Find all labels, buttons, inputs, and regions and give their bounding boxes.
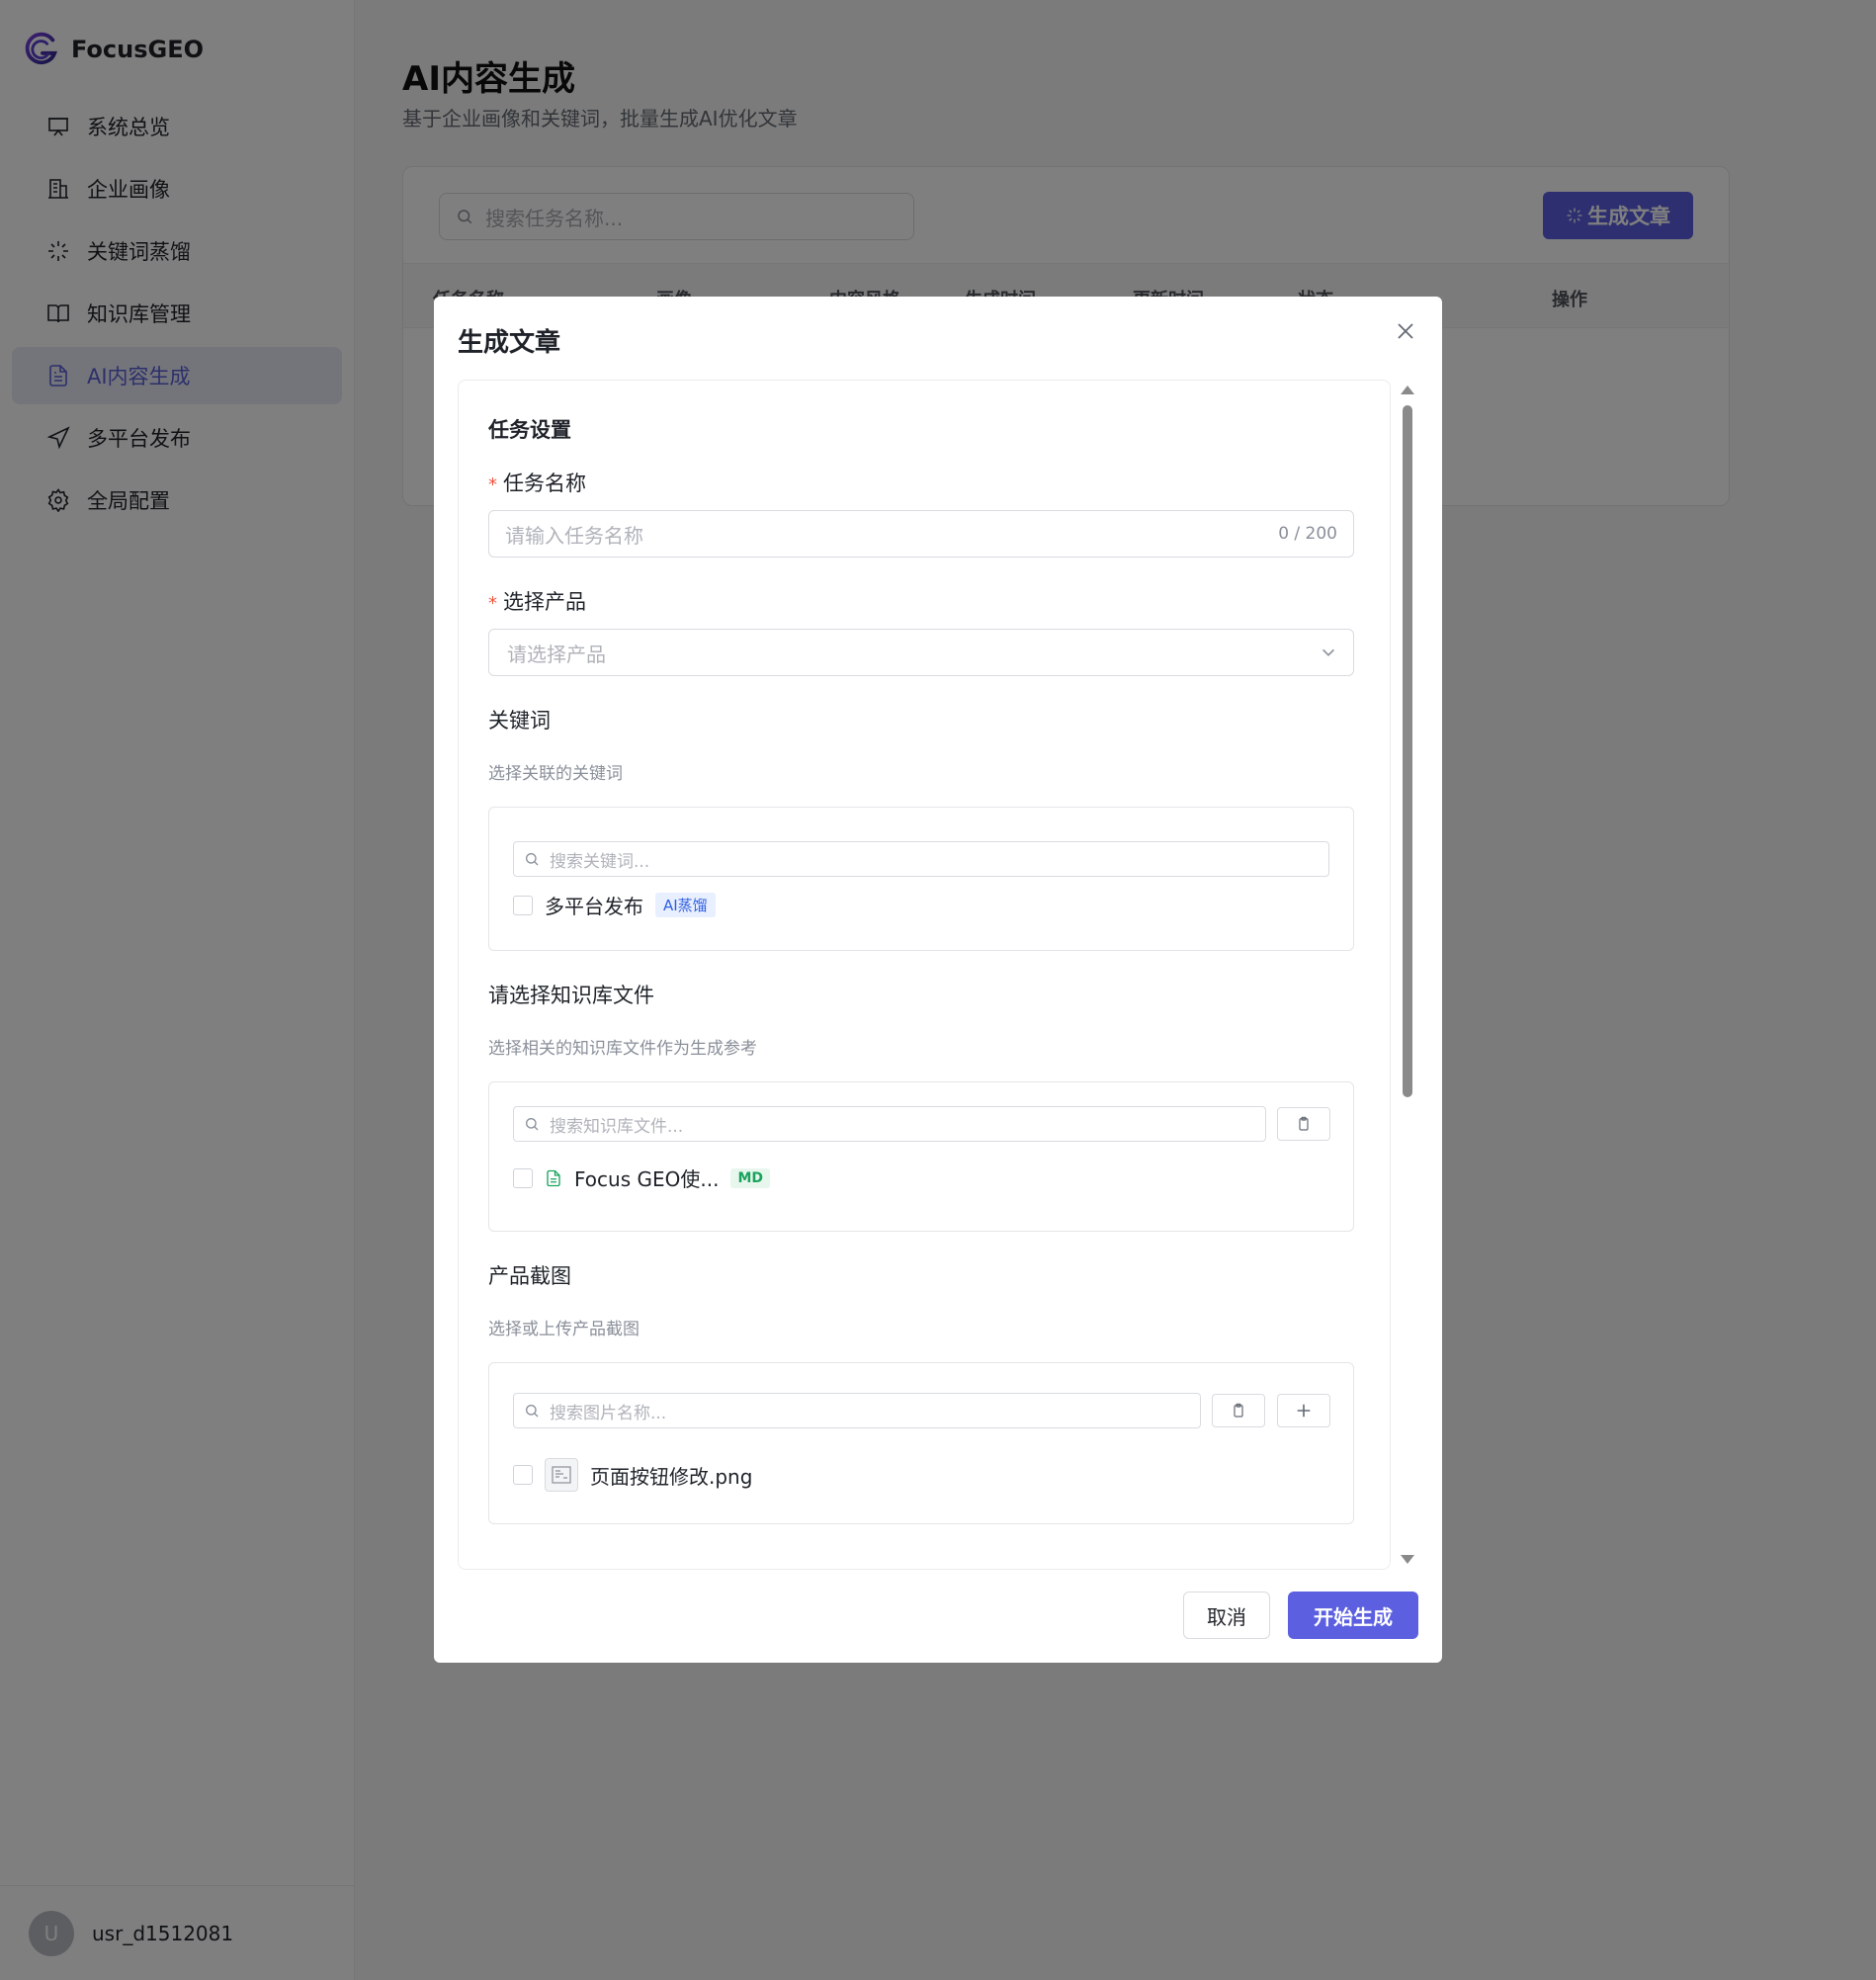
cancel-button[interactable]: 取消 (1183, 1592, 1270, 1639)
task-name-placeholder: 请输入任务名称 (505, 523, 643, 548)
knowledge-box: 搜索知识库文件... Focus GEO使... MD (488, 1081, 1354, 1232)
image-thumbnail (545, 1458, 578, 1492)
product-label-text: 选择产品 (503, 590, 586, 614)
screenshot-checkbox[interactable] (513, 1465, 533, 1485)
knowledge-item[interactable]: Focus GEO使... MD (513, 1163, 770, 1192)
clipboard-icon (1234, 1403, 1243, 1418)
upload-image-button[interactable] (1277, 1394, 1330, 1427)
product-label: * 选择产品 (488, 586, 586, 616)
file-icon (547, 1169, 560, 1186)
paste-button[interactable] (1277, 1107, 1330, 1141)
dialog-title: 生成文章 (458, 328, 561, 358)
image-icon (552, 1466, 571, 1484)
section-title: 任务设置 (488, 418, 571, 442)
keyword-search-input[interactable]: 搜索关键词... (513, 841, 1329, 877)
search-icon (526, 853, 539, 866)
knowledge-search-placeholder: 搜索知识库文件... (550, 1116, 684, 1137)
task-name-label: * 任务名称 (488, 468, 586, 497)
product-placeholder: 请选择产品 (507, 642, 606, 666)
knowledge-search-input[interactable]: 搜索知识库文件... (513, 1106, 1266, 1142)
keyword-checkbox[interactable] (513, 895, 533, 915)
char-counter: 0 / 200 (1278, 524, 1337, 544)
keyword-label: 多平台发布 (545, 895, 643, 918)
start-generate-button[interactable]: 开始生成 (1288, 1592, 1418, 1639)
generate-article-dialog: 生成文章 任务设置 * 任务名称 请输入任务名称 0 / 200 * 选择产品 请选… (434, 297, 1442, 1663)
knowledge-hint: 选择相关的知识库文件作为生成参考 (488, 1039, 757, 1059)
required-mark: * (488, 474, 497, 495)
scroll-up-arrow-icon[interactable] (1401, 386, 1414, 394)
screenshots-box: 搜索图片名称... 页面按钮修改.png (488, 1362, 1354, 1524)
plus-icon (1297, 1404, 1311, 1418)
paste-image-button[interactable] (1212, 1394, 1265, 1427)
file-type-badge: MD (730, 1167, 770, 1188)
knowledge-label: 请选择知识库文件 (488, 984, 654, 1007)
scroll-thumb[interactable] (1403, 405, 1412, 1097)
image-search-placeholder: 搜索图片名称... (550, 1403, 667, 1423)
screenshots-label: 产品截图 (488, 1264, 571, 1288)
keywords-hint: 选择关联的关键词 (488, 764, 623, 784)
search-icon (526, 1405, 539, 1418)
task-name-label-text: 任务名称 (503, 472, 586, 495)
search-icon (526, 1118, 539, 1131)
close-button[interactable] (1391, 316, 1420, 346)
keyword-item[interactable]: 多平台发布 AI蒸馏 (513, 891, 716, 919)
screenshots-hint: 选择或上传产品截图 (488, 1320, 640, 1339)
dialog-body[interactable]: 任务设置 * 任务名称 请输入任务名称 0 / 200 * 选择产品 请选择产品 关… (458, 380, 1391, 1570)
close-icon (1398, 323, 1413, 339)
screenshot-file-name: 页面按钮修改.png (590, 1464, 753, 1489)
image-search-input[interactable]: 搜索图片名称... (513, 1393, 1201, 1428)
keyword-search-placeholder: 搜索关键词... (550, 851, 650, 872)
scrollbar[interactable] (1401, 380, 1414, 1570)
source-badge: AI蒸馏 (655, 893, 716, 917)
scroll-down-arrow-icon[interactable] (1401, 1555, 1414, 1564)
keywords-box: 搜索关键词... 多平台发布 AI蒸馏 (488, 807, 1354, 951)
required-mark: * (488, 593, 497, 614)
product-select[interactable]: 请选择产品 (488, 629, 1354, 676)
dialog-footer: 取消 开始生成 (1183, 1592, 1418, 1639)
chevron-down-icon (1322, 648, 1334, 656)
clipboard-icon (1299, 1116, 1309, 1131)
knowledge-file-name: Focus GEO使... (574, 1167, 720, 1191)
knowledge-checkbox[interactable] (513, 1167, 533, 1188)
task-name-input[interactable]: 请输入任务名称 0 / 200 (488, 510, 1354, 558)
keywords-label: 关键词 (488, 709, 551, 732)
screenshot-item[interactable]: 页面按钮修改.png (513, 1458, 752, 1492)
